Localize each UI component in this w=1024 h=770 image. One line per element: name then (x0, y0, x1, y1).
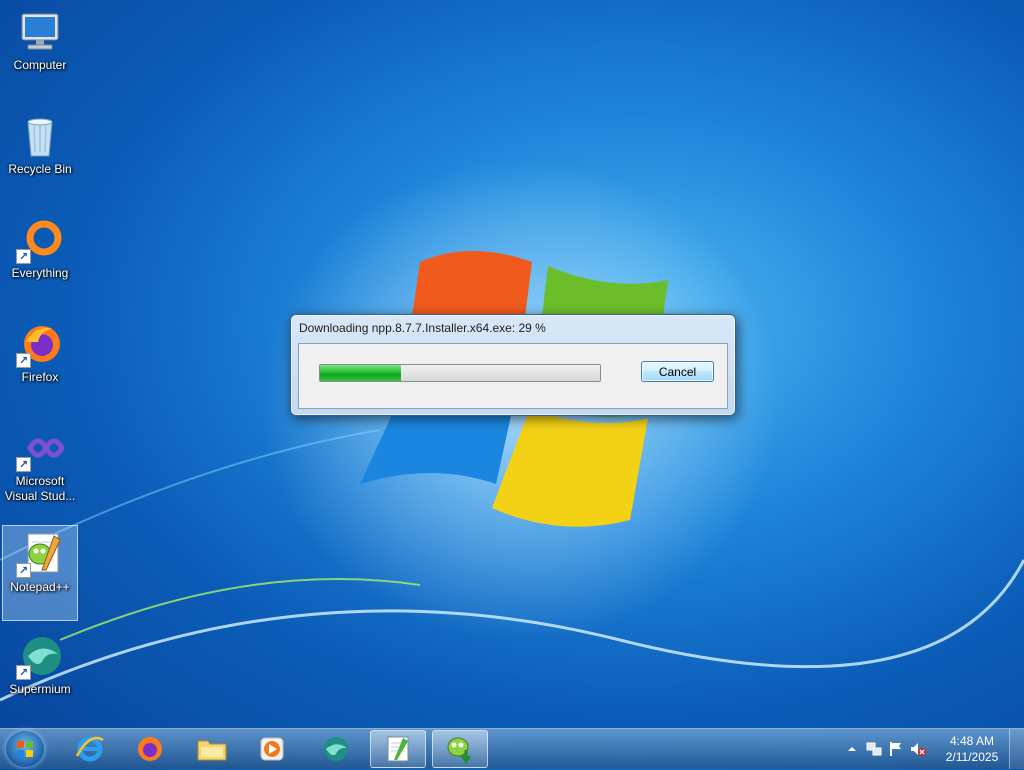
firefox-icon (138, 737, 162, 761)
system-clock[interactable]: 4:48 AM 2/11/2025 (942, 733, 1002, 765)
action-center-flag-icon[interactable] (888, 741, 904, 757)
progress-fill (320, 365, 402, 381)
show-desktop-button[interactable] (1009, 729, 1024, 769)
desktop-icon-firefox[interactable]: ↗ Firefox (2, 316, 78, 412)
internet-explorer-icon (75, 736, 104, 762)
shortcut-arrow-icon: ↗ (16, 353, 31, 368)
show-hidden-icons-arrow[interactable] (844, 741, 860, 757)
clock-date: 2/11/2025 (945, 750, 999, 764)
file-explorer-icon (197, 740, 227, 761)
dialog-client-area: Cancel (298, 343, 728, 409)
taskbar-supermium[interactable] (308, 730, 364, 768)
shortcut-arrow-icon: ↗ (16, 563, 31, 578)
windows-logo-icon (17, 741, 33, 757)
desktop-icon-notepad-plus-plus[interactable]: ↗ Notepad++ (2, 525, 78, 621)
notepad-plus-plus-installer-icon (447, 737, 472, 764)
desktop-icon-recycle-bin[interactable]: Recycle Bin (2, 108, 78, 204)
firefox-icon: ↗ (16, 320, 64, 368)
desktop-icon-label: Firefox (21, 370, 59, 384)
taskbar-notepad-plus-plus[interactable] (370, 730, 426, 768)
desktop-icon-label: Notepad++ (10, 580, 70, 594)
cancel-button[interactable]: Cancel (641, 361, 714, 382)
media-player-icon (260, 737, 284, 761)
desktop-icon-computer[interactable]: Computer (2, 4, 78, 100)
clock-time: 4:48 AM (949, 734, 995, 748)
everything-icon: ↗ (16, 216, 64, 264)
taskbar: 4:48 AM 2/11/2025 (0, 728, 1024, 769)
desktop-icon-label: Recycle Bin (8, 162, 72, 176)
desktop-icon-supermium[interactable]: ↗ Supermium (2, 628, 78, 724)
desktop-icon-label: Everything (11, 266, 69, 280)
supermium-icon (324, 737, 348, 761)
supermium-icon: ↗ (16, 632, 64, 680)
volume-muted-icon[interactable] (910, 741, 926, 757)
desktop-icon-everything[interactable]: ↗ Everything (2, 212, 78, 308)
start-button[interactable] (6, 731, 44, 767)
taskbar-media-player[interactable] (244, 730, 300, 768)
notepad-plus-plus-icon (387, 736, 409, 762)
desktop-icon-label: Supermium (9, 682, 71, 696)
taskbar-firefox[interactable] (122, 730, 178, 768)
network-icon[interactable] (866, 741, 882, 757)
dialog-title: Downloading npp.8.7.7.Installer.x64.exe:… (299, 321, 546, 335)
download-dialog: Downloading npp.8.7.7.Installer.x64.exe:… (290, 314, 736, 416)
taskbar-file-explorer[interactable] (184, 730, 240, 768)
visual-studio-icon: ↗ (16, 424, 65, 472)
notepad-plus-plus-icon: ↗ (16, 530, 64, 578)
shortcut-arrow-icon: ↗ (16, 665, 31, 680)
shortcut-arrow-icon: ↗ (16, 457, 31, 472)
recycle-bin-icon (16, 112, 64, 160)
desktop-icon-label: Computer (13, 58, 67, 72)
taskbar-internet-explorer[interactable] (62, 730, 118, 768)
shortcut-arrow-icon: ↗ (16, 249, 31, 264)
taskbar-notepad-plus-plus-installer[interactable] (432, 730, 488, 768)
system-tray: 4:48 AM 2/11/2025 (834, 729, 1024, 769)
download-progress-bar (319, 364, 601, 382)
desktop-icon-label: Microsoft Visual Stud... (4, 474, 76, 503)
desktop-icon-visual-studio[interactable]: ↗ Microsoft Visual Stud... (2, 420, 78, 516)
computer-icon (16, 8, 64, 56)
